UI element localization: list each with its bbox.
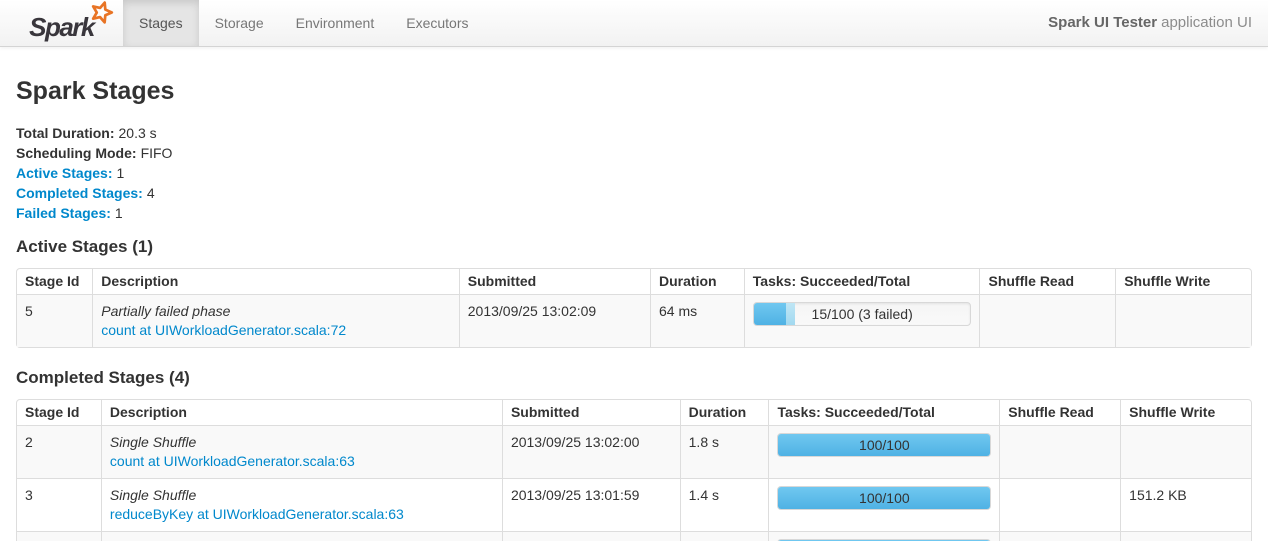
summary-value: 20.3 s bbox=[119, 125, 157, 141]
task-progress-label: 100/100 bbox=[778, 487, 990, 509]
stage-description: Single Shuffle bbox=[110, 486, 494, 505]
stage-row: 1Cache and Count2013/09/25 13:01:541.0 s… bbox=[17, 531, 1251, 541]
stage-description: Single Shuffle bbox=[110, 433, 494, 452]
submitted-cell: 2013/09/25 13:02:00 bbox=[502, 425, 680, 478]
spark-logo[interactable]: Spark bbox=[0, 0, 123, 46]
tasks-cell: 100/100 bbox=[768, 531, 999, 541]
stage-id-cell: 2 bbox=[17, 425, 101, 478]
summary-value: 1 bbox=[116, 165, 124, 181]
summary-value: 4 bbox=[147, 185, 155, 201]
column-header: Submitted bbox=[502, 400, 680, 425]
completed-stages-heading: Completed Stages (4) bbox=[16, 369, 1252, 387]
completed-stages-table: Stage IdDescriptionSubmittedDurationTask… bbox=[16, 399, 1252, 541]
stage-id-cell: 1 bbox=[17, 531, 101, 541]
stage-id-cell: 5 bbox=[17, 294, 92, 347]
stage-detail-link[interactable]: count at UIWorkloadGenerator.scala:72 bbox=[101, 322, 346, 338]
summary-failed-stages: Failed Stages:1 bbox=[16, 203, 1252, 223]
shuffle-write-cell: 151.2 KB bbox=[1120, 478, 1251, 531]
nav-tabs: Stages Storage Environment Executors bbox=[123, 0, 484, 46]
description-cell: Single Shufflecount at UIWorkloadGenerat… bbox=[101, 425, 502, 478]
summary-value: FIFO bbox=[141, 145, 173, 161]
column-header: Duration bbox=[650, 269, 744, 294]
task-progress-label: 100/100 bbox=[778, 434, 990, 456]
task-progress-bar: 15/100 (3 failed) bbox=[753, 302, 972, 326]
shuffle-write-cell bbox=[1115, 294, 1251, 347]
shuffle-read-cell bbox=[999, 478, 1120, 531]
summary-completed-stages: Completed Stages:4 bbox=[16, 183, 1252, 203]
stage-detail-link[interactable]: reduceByKey at UIWorkloadGenerator.scala… bbox=[110, 506, 404, 522]
tab-executors[interactable]: Executors bbox=[390, 0, 484, 46]
submitted-cell: 2013/09/25 13:01:59 bbox=[502, 478, 680, 531]
description-cell: Partially failed phasecount at UIWorkloa… bbox=[92, 294, 458, 347]
shuffle-read-cell bbox=[999, 531, 1120, 541]
column-header: Duration bbox=[680, 400, 769, 425]
tab-storage[interactable]: Storage bbox=[199, 0, 280, 46]
stage-row: 2Single Shufflecount at UIWorkloadGenera… bbox=[17, 425, 1251, 478]
column-header: Tasks: Succeeded/Total bbox=[768, 400, 999, 425]
completed-stages-link[interactable]: Completed Stages: bbox=[16, 185, 143, 201]
active-stages-table: Stage IdDescriptionSubmittedDurationTask… bbox=[16, 268, 1252, 348]
tab-environment[interactable]: Environment bbox=[280, 0, 391, 46]
stage-id-cell: 3 bbox=[17, 478, 101, 531]
summary-value: 1 bbox=[115, 205, 123, 221]
task-progress-bar: 100/100 bbox=[777, 433, 991, 457]
duration-cell: 64 ms bbox=[650, 294, 744, 347]
shuffle-write-cell bbox=[1120, 425, 1251, 478]
description-cell: Single ShufflereduceByKey at UIWorkloadG… bbox=[101, 478, 502, 531]
application-name: Spark UI Testerapplication UI bbox=[1048, 0, 1268, 46]
shuffle-write-cell bbox=[1120, 531, 1251, 541]
summary-active-stages: Active Stages:1 bbox=[16, 163, 1252, 183]
tasks-cell: 15/100 (3 failed) bbox=[744, 294, 980, 347]
column-header: Tasks: Succeeded/Total bbox=[744, 269, 980, 294]
column-header: Description bbox=[92, 269, 458, 294]
active-stages-link[interactable]: Active Stages: bbox=[16, 165, 112, 181]
stages-summary-list: Total Duration:20.3 s Scheduling Mode:FI… bbox=[16, 123, 1252, 223]
submitted-cell: 2013/09/25 13:02:09 bbox=[459, 294, 650, 347]
tab-stages[interactable]: Stages bbox=[123, 0, 199, 46]
tasks-cell: 100/100 bbox=[768, 425, 999, 478]
header-row: Stage IdDescriptionSubmittedDurationTask… bbox=[17, 269, 1251, 294]
submitted-cell: 2013/09/25 13:01:54 bbox=[502, 531, 680, 541]
stage-row: 3Single ShufflereduceByKey at UIWorkload… bbox=[17, 478, 1251, 531]
summary-label: Total Duration: bbox=[16, 125, 115, 141]
application-name-suffix: application UI bbox=[1161, 14, 1252, 31]
duration-cell: 1.4 s bbox=[680, 478, 769, 531]
column-header: Shuffle Write bbox=[1115, 269, 1251, 294]
column-header: Shuffle Read bbox=[999, 400, 1120, 425]
stage-description: Partially failed phase bbox=[101, 302, 450, 321]
column-header: Shuffle Write bbox=[1120, 400, 1251, 425]
column-header: Submitted bbox=[459, 269, 650, 294]
application-name-strong: Spark UI Tester bbox=[1048, 14, 1157, 31]
summary-total-duration: Total Duration:20.3 s bbox=[16, 123, 1252, 143]
column-header: Description bbox=[101, 400, 502, 425]
task-progress-bar: 100/100 bbox=[777, 486, 991, 510]
header-row: Stage IdDescriptionSubmittedDurationTask… bbox=[17, 400, 1251, 425]
summary-scheduling-mode: Scheduling Mode:FIFO bbox=[16, 143, 1252, 163]
stage-row: 5Partially failed phasecount at UIWorklo… bbox=[17, 294, 1251, 347]
page-title: Spark Stages bbox=[16, 77, 1252, 105]
description-cell: Cache and Count bbox=[101, 531, 502, 541]
tasks-cell: 100/100 bbox=[768, 478, 999, 531]
column-header: Stage Id bbox=[17, 400, 101, 425]
duration-cell: 1.8 s bbox=[680, 425, 769, 478]
task-progress-label: 15/100 (3 failed) bbox=[754, 303, 971, 325]
active-stages-heading: Active Stages (1) bbox=[16, 238, 1252, 256]
top-navbar: Spark Stages Storage Environment Executo… bbox=[0, 0, 1268, 47]
shuffle-read-cell bbox=[999, 425, 1120, 478]
spark-logo-text: Spark bbox=[29, 12, 94, 43]
stage-detail-link[interactable]: count at UIWorkloadGenerator.scala:63 bbox=[110, 453, 355, 469]
failed-stages-link[interactable]: Failed Stages: bbox=[16, 205, 111, 221]
column-header: Stage Id bbox=[17, 269, 92, 294]
shuffle-read-cell bbox=[979, 294, 1115, 347]
summary-label: Scheduling Mode: bbox=[16, 145, 137, 161]
duration-cell: 1.0 s bbox=[680, 531, 769, 541]
main-content: Spark Stages Total Duration:20.3 s Sched… bbox=[0, 77, 1268, 541]
column-header: Shuffle Read bbox=[979, 269, 1115, 294]
